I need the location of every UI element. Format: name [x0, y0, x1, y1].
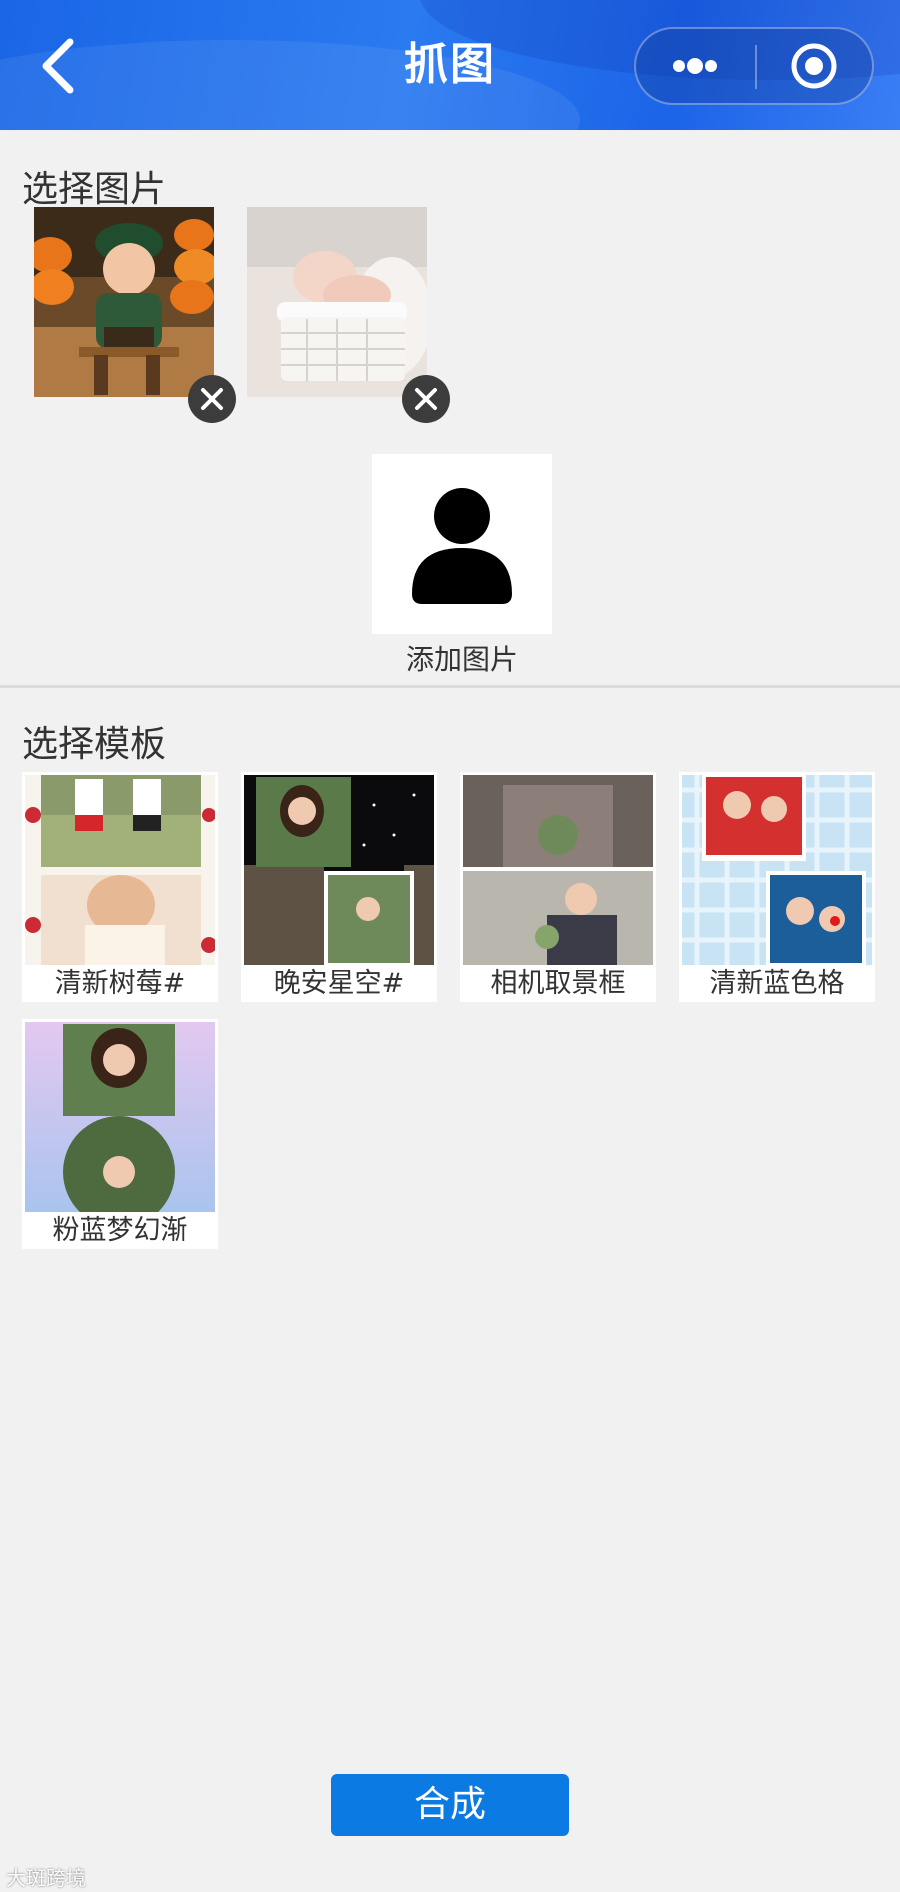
template-label: 清新蓝色格	[709, 968, 845, 999]
template-viewfinder-preview	[463, 775, 653, 965]
template-gradient-preview	[25, 1022, 215, 1212]
template-stars-preview	[244, 775, 434, 965]
remove-image-1-button[interactable]	[188, 375, 236, 423]
mini-program-capsule	[634, 27, 874, 105]
more-button[interactable]	[636, 29, 754, 103]
exit-mini-program-button[interactable]	[757, 29, 872, 103]
template-label: 相机取景框	[490, 968, 626, 999]
newborn-basket-photo	[247, 207, 427, 397]
template-item-pink-blue-dream[interactable]: 粉蓝梦幻渐	[22, 1019, 218, 1249]
selected-image-newborn-basket[interactable]	[247, 207, 427, 397]
merge-button[interactable]: 合成	[331, 1774, 569, 1836]
remove-image-2-button[interactable]	[402, 375, 450, 423]
template-raspberry-preview	[25, 775, 215, 965]
select-images-title: 选择图片	[22, 169, 167, 210]
close-icon	[201, 388, 223, 410]
template-label: 清新树莓#	[54, 968, 186, 999]
template-item-fresh-blue-plaid[interactable]: 清新蓝色格	[679, 772, 875, 1002]
nav-bar: 抓图	[0, 0, 900, 130]
template-label: 粉蓝梦幻渐	[52, 1215, 188, 1246]
selected-image-baby-pumpkins[interactable]	[34, 207, 214, 397]
target-circle-icon	[791, 43, 837, 89]
add-image-button[interactable]	[372, 454, 552, 634]
template-item-good-night-stars[interactable]: 晚安星空#	[241, 772, 437, 1002]
more-dots-icon	[673, 58, 717, 74]
back-button[interactable]	[34, 34, 94, 98]
baby-pumpkins-photo	[34, 207, 214, 397]
select-template-title: 选择模板	[22, 724, 167, 765]
template-label: 晚安星空#	[273, 968, 405, 999]
add-image-label: 添加图片	[405, 643, 518, 676]
chevron-left-icon	[42, 38, 74, 94]
watermark: 大斑跨境	[6, 1866, 86, 1890]
section-divider	[0, 685, 900, 688]
template-item-fresh-raspberry[interactable]: 清新树莓#	[22, 772, 218, 1002]
close-icon	[415, 388, 437, 410]
template-plaid-preview	[682, 775, 872, 965]
user-avatar-icon	[412, 488, 512, 604]
template-item-camera-viewfinder[interactable]: 相机取景框	[460, 772, 656, 1002]
